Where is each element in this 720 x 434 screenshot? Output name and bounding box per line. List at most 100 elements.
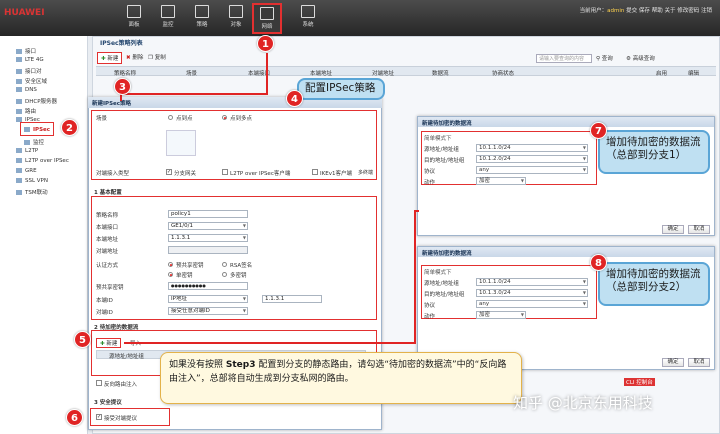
nav-network[interactable]: 网络 — [252, 3, 282, 34]
reverse-route-checkbox[interactable] — [96, 380, 102, 386]
cli-console-button[interactable]: CLI 控制台 — [624, 378, 655, 386]
step-badge-6: 6 — [66, 409, 83, 426]
highlight-ipsec-item — [20, 122, 54, 136]
sidebar-item-gre[interactable]: GRE — [16, 168, 37, 174]
sidebar — [0, 36, 88, 434]
auth-rsa-radio[interactable] — [222, 262, 227, 267]
flow2-ok-button[interactable]: 确定 — [662, 358, 684, 367]
flow1-protocol-select[interactable]: any — [476, 166, 588, 174]
psk-multi-radio[interactable] — [222, 272, 227, 277]
sidebar-item-route[interactable]: 路由 — [16, 107, 36, 115]
nav-object[interactable]: 对象 — [216, 3, 256, 34]
sidebar-item-interface[interactable]: 接口 — [16, 47, 36, 55]
huawei-logo: HUAWEI — [4, 8, 45, 18]
gre-icon — [16, 168, 22, 173]
flow1-destination-select[interactable]: 10.1.2.0/24 — [476, 155, 588, 163]
flow1-action-select[interactable]: 加密 — [476, 177, 526, 185]
step-badge-4: 4 — [286, 90, 303, 107]
policy-name-input[interactable]: policy1 — [168, 210, 248, 218]
link-change-password[interactable]: 修改密码 — [677, 8, 699, 14]
flow2-destination-select[interactable]: 10.1.3.0/24 — [476, 289, 588, 297]
dhcp-icon — [16, 99, 22, 104]
flow2-cancel-button[interactable]: 取消 — [688, 358, 710, 367]
copy-button[interactable]: ❐ 复制 — [148, 53, 166, 61]
dns-icon — [16, 87, 22, 92]
accept-proposal-checkbox[interactable]: ✓ — [96, 414, 102, 420]
auth-psk-radio[interactable] — [168, 262, 173, 267]
security-section-title: 3 安全提议 — [94, 400, 122, 406]
scenario-p2p-radio[interactable] — [168, 115, 173, 120]
network-icon — [260, 7, 274, 20]
link-save[interactable]: 保存 — [639, 8, 650, 14]
flow-new-button[interactable]: ✚ 新建 — [96, 338, 122, 348]
step-badge-5: 5 — [74, 331, 91, 348]
link-about[interactable]: 关于 — [664, 8, 675, 14]
scenario-label: 场景 — [96, 116, 108, 122]
zone-icon — [16, 79, 22, 84]
sidebar-item-lte[interactable]: LTE 4G — [16, 57, 44, 63]
system-icon — [301, 5, 315, 18]
policy-icon — [195, 5, 209, 18]
peer-ikev1-checkbox[interactable] — [312, 169, 318, 175]
copy-icon: ❐ — [148, 55, 153, 61]
peer-address-input[interactable] — [168, 246, 248, 254]
psk-input[interactable]: ●●●●●●●●●● — [168, 282, 248, 290]
callout-flow-branch2: 增加待加密的数据流（总部到分支2） — [598, 262, 710, 306]
sidebar-item-ipsec-monitor[interactable]: 监控 — [24, 138, 44, 146]
sidebar-item-sslvpn[interactable]: SSL VPN — [16, 178, 48, 184]
route-icon — [16, 109, 22, 114]
flow2-protocol-select[interactable]: any — [476, 300, 588, 308]
sidebar-item-dhcp[interactable]: DHCP服务器 — [16, 97, 57, 105]
sidebar-item-tsm[interactable]: TSM联动 — [16, 188, 48, 196]
step-badge-8: 8 — [590, 254, 607, 271]
sidebar-item-interface-pair[interactable]: 接口对 — [16, 67, 42, 75]
plus-icon: ✚ — [100, 341, 105, 347]
sidebar-item-security-zone[interactable]: 安全区域 — [16, 77, 47, 85]
sidebar-item-dns[interactable]: DNS — [16, 87, 37, 93]
flow1-cancel-button[interactable]: 取消 — [688, 225, 710, 234]
local-id-select[interactable]: IP地址 — [168, 295, 248, 303]
psk-single-radio[interactable] — [168, 272, 173, 277]
local-address-select[interactable]: 1.1.3.1 — [168, 234, 248, 242]
flow-dialog-2-title: 新建待加密的数据流 — [418, 247, 714, 257]
delete-icon: ✖ — [126, 55, 131, 61]
topology-diagram — [166, 130, 196, 156]
accept-proposal-label: 接受对端提议 — [104, 416, 138, 422]
top-right-links: 当前用户：admin 提交 保存 帮助 关于 修改密码 注销 — [579, 8, 712, 14]
flow2-source-select[interactable]: 10.1.1.0/24 — [476, 278, 588, 286]
object-icon — [229, 5, 243, 18]
peer-type-label: 对端接入类型 — [96, 171, 130, 177]
flow1-ok-button[interactable]: 确定 — [662, 225, 684, 234]
arrow-network-down — [266, 53, 268, 95]
interface-pair-icon — [16, 69, 22, 74]
link-commit[interactable]: 提交 — [626, 8, 637, 14]
local-id-ip-input[interactable]: 1.1.3.1 — [262, 295, 322, 303]
peer-l2tp-checkbox[interactable] — [222, 169, 228, 175]
local-interface-select[interactable]: GE1/0/1 — [168, 222, 248, 230]
sidebar-item-l2tp-over-ipsec[interactable]: L2TP over IPSec — [16, 158, 69, 164]
search-input[interactable]: 请输入要查询的内容 — [536, 54, 592, 63]
nav-system[interactable]: 系统 — [288, 3, 328, 34]
scenario-p2mp-radio[interactable] — [222, 115, 227, 120]
sslvpn-icon — [16, 178, 22, 183]
link-logout[interactable]: 注销 — [701, 8, 712, 14]
monitor-small-icon — [24, 140, 30, 145]
step-badge-7: 7 — [590, 122, 607, 139]
step-badge-3: 3 — [114, 78, 131, 95]
sidebar-item-l2tp[interactable]: L2TP — [16, 148, 38, 154]
search-icon: ⚲ — [596, 56, 601, 62]
arrow-to-flow-dialog-2 — [124, 342, 416, 344]
new-button[interactable]: ✚ 新建 — [97, 52, 123, 64]
instruction-note: 如果没有按照 Step3 配置到分支的静态路由，请勾选“待加密的数据流”中的“反… — [160, 352, 522, 404]
peer-multi-terminal-label: 多终端 — [358, 170, 374, 176]
peer-branch-checkbox[interactable]: ✓ — [166, 169, 172, 175]
callout-flow-branch1: 增加待加密的数据流（总部到分支1） — [598, 130, 710, 174]
delete-button[interactable]: ✖ 删除 — [126, 53, 143, 61]
peer-id-select[interactable]: 接受任意对端ID — [168, 307, 248, 315]
flow1-source-select[interactable]: 10.1.1.0/24 — [476, 144, 588, 152]
search-button[interactable]: ⚲ 查询 — [596, 54, 613, 62]
link-help[interactable]: 帮助 — [652, 8, 663, 14]
advanced-search-button[interactable]: ⚙ 高级查询 — [626, 54, 655, 62]
reverse-route-label: 反向路由注入 — [104, 382, 138, 388]
flow2-action-select[interactable]: 加密 — [476, 311, 526, 319]
